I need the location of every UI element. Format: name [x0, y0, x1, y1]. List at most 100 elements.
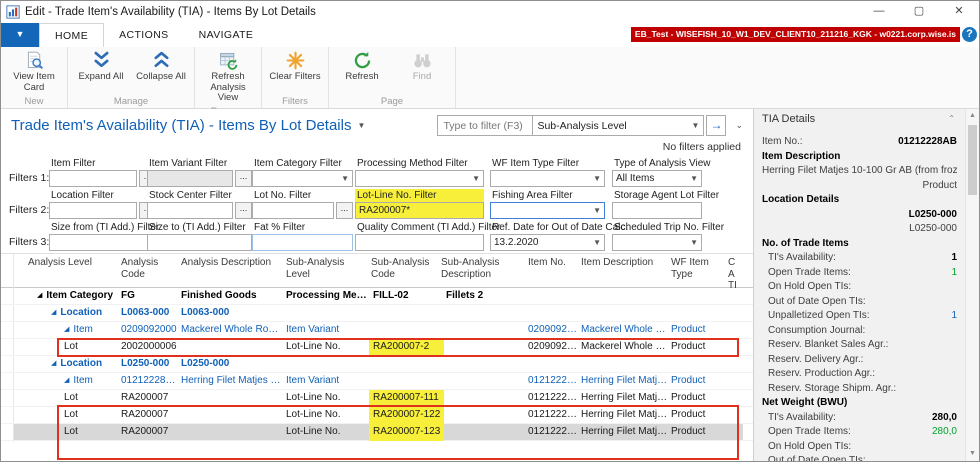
button-refresh-analysis-view[interactable]: Refresh Analysis View — [199, 49, 257, 105]
cell-item-description — [581, 305, 668, 322]
button-refresh[interactable]: Refresh — [333, 49, 391, 84]
expand-triangle-icon: ◢ — [64, 326, 69, 333]
factbox-row-label: Reserv. Storage Shipm. Agr.: — [768, 383, 896, 398]
cell-analysis-code: FG — [121, 288, 177, 305]
column-header-sub-analysis-level[interactable]: Sub-Analysis Level — [286, 257, 366, 280]
chevron-up-icon[interactable]: ⌃ — [948, 114, 955, 123]
input-size-from-ti-add-filter[interactable] — [49, 234, 156, 251]
grid-row-ra200007-111[interactable]: LotRA200007Lot-Line No.RA200007-11101212… — [1, 390, 753, 407]
column-header-analysis-code[interactable]: Analysis Code — [121, 257, 173, 280]
collapse-filter-pane-icon[interactable]: ⌄ — [735, 120, 743, 131]
level-label: Lot — [64, 426, 78, 437]
button-view-item-card[interactable]: View Item Card — [5, 49, 63, 94]
factbox-row-label: Out of Date Open TIs: — [768, 455, 866, 461]
combo-processing-method-filter[interactable]: ▼ — [355, 170, 484, 187]
filter-field-fishing-area-filter: Fishing Area Filter▼ — [490, 189, 605, 219]
combo-type-of-analysis-view[interactable]: All Items▼ — [612, 170, 702, 187]
factbox-row-reserv-delivery-agr: Reserv. Delivery Agr.: — [762, 354, 957, 369]
help-icon[interactable]: ? — [962, 27, 977, 42]
column-header-sub-analysis-description[interactable]: Sub-Analysis Description — [441, 257, 521, 280]
cell-item-description — [581, 356, 668, 373]
column-header-item-description[interactable]: Item Description — [581, 257, 667, 269]
ribbon-group-label: Filters — [266, 95, 324, 107]
grid-row-ra200007-122[interactable]: LotRA200007Lot-Line No.RA200007-12201212… — [1, 407, 753, 424]
input-quality-comment-ti-add-filter[interactable] — [355, 234, 484, 251]
grid-row-ra200007-2[interactable]: Lot2002000006Lot-Line No.RA200007-202090… — [1, 339, 753, 356]
factbox-scrollbar[interactable]: ▲ ▼ — [965, 109, 979, 461]
application-menu-button[interactable]: ▼ — [1, 23, 39, 47]
filter-field-quality-comment-ti-add-filter: Quality Comment (TI Add.) Filter — [355, 221, 484, 251]
input-stock-center-filter[interactable] — [147, 202, 233, 219]
factbox-row-value: 1 — [951, 252, 957, 267]
assist-edit-button[interactable]: ... — [336, 202, 353, 219]
maximize-button[interactable]: ▢ — [899, 1, 939, 23]
column-header-wf-item-type[interactable]: WF Item Type — [671, 257, 725, 280]
combo-fishing-area-filter[interactable]: ▼ — [490, 202, 605, 219]
search-input[interactable] — [438, 116, 532, 135]
tab-navigate[interactable]: NAVIGATE — [184, 23, 269, 47]
scrollbar-thumb[interactable] — [968, 125, 977, 195]
column-header-item-no[interactable]: Item No. — [528, 257, 578, 269]
input-item-variant-filter[interactable] — [147, 170, 233, 187]
button-collapse-all[interactable]: Collapse All — [132, 49, 190, 84]
scroll-up-icon[interactable]: ▲ — [966, 109, 979, 123]
find-icon — [412, 50, 433, 72]
cell-wf-item-type — [671, 288, 725, 305]
input-location-filter[interactable] — [49, 202, 137, 219]
factbox-sections: No. of Trade ItemsTI's Availability:1Ope… — [762, 238, 957, 462]
cell-item-description: Herring Filet Matjes 10-... — [581, 424, 668, 441]
combo-scheduled-trip-no-filter[interactable]: ▼ — [612, 234, 702, 251]
cell-analysis-code: 2002000006 — [121, 339, 177, 356]
grid-row-ra200007-123[interactable]: LotRA200007Lot-Line No.RA200007-12301212… — [1, 424, 753, 441]
cell-analysis-description: Finished Goods — [181, 288, 283, 305]
tab-actions[interactable]: ACTIONS — [104, 23, 183, 47]
input-size-to-ti-add-filter[interactable] — [147, 234, 252, 251]
grid-row-fill-02[interactable]: ◢Item CategoryFGFinished GoodsProcessing… — [1, 288, 753, 305]
close-button[interactable]: ✕ — [939, 1, 979, 23]
filter-field-size-to-ti-add-filter: Size to (TI Add.) Filter — [147, 221, 252, 251]
cell-sub-analysis-code — [369, 356, 444, 373]
column-header-analysis-level[interactable]: Analysis Level — [28, 257, 118, 269]
input-lot-no-filter[interactable] — [252, 202, 334, 219]
scroll-down-icon[interactable]: ▼ — [966, 447, 979, 461]
cell-sub-analysis-level: Lot-Line No. — [286, 339, 368, 356]
column-header-sub-analysis-code[interactable]: Sub-Analysis Code — [371, 257, 437, 280]
input-fat-filter[interactable] — [252, 234, 353, 251]
grid-row-item-2[interactable]: ◢Item0209092000Mackerel Whole Round Fr..… — [1, 322, 753, 339]
cell-item-no — [528, 305, 578, 322]
factbox-row-unpalletized-open-tis: Unpalletized Open TIs:1 — [762, 310, 957, 325]
grid-row-location-4[interactable]: ◢LocationL0250-000L0250-000 — [1, 356, 753, 373]
page-title-caret-icon[interactable]: ▼ — [357, 121, 365, 130]
minimize-button[interactable]: — — [859, 1, 899, 23]
filter-label: Quality Comment (TI Add.) Filter — [357, 222, 500, 233]
grid-row-item-5[interactable]: ◢Item01212228ABHerring Filet Matjes 10-1… — [1, 373, 753, 390]
column-header-c-a-ti[interactable]: C A TI — [728, 257, 743, 292]
input-item-filter[interactable] — [49, 170, 137, 187]
apply-filter-button[interactable]: → — [706, 115, 726, 136]
button-clear-filters[interactable]: Clear Filters — [266, 49, 324, 84]
combo-ref-date-for-out-of-date-calc[interactable]: 13.2.2020▼ — [490, 234, 605, 251]
cell-item-no — [528, 356, 578, 373]
clear-filters-icon — [285, 50, 306, 72]
cell-sub-analysis-level — [286, 305, 368, 322]
combo-wf-item-type-filter[interactable]: ▼ — [490, 170, 605, 187]
tab-home[interactable]: HOME — [39, 23, 104, 47]
column-header-analysis-description[interactable]: Analysis Description — [181, 257, 281, 269]
search-scope-dropdown[interactable]: Sub-Analysis Level▼ — [533, 116, 703, 135]
button-expand-all[interactable]: Expand All — [72, 49, 130, 84]
cell-wf-item-type: Product — [671, 390, 725, 407]
cell-item-no: 0209092000 — [528, 339, 578, 356]
filter-label: Item Filter — [51, 158, 95, 169]
assist-edit-button[interactable]: ... — [235, 202, 252, 219]
filter-label: Ref. Date for Out of Date Calc. — [492, 222, 628, 233]
grid-row-location-1[interactable]: ◢LocationL0063-000L0063-000 — [1, 305, 753, 322]
button-label: Refresh — [334, 72, 390, 83]
input-storage-agent-lot-filter[interactable] — [612, 202, 702, 219]
factbox-row-label: Open Trade Items: — [768, 426, 851, 441]
input-lot-line-no-filter[interactable]: RA200007* — [355, 202, 484, 219]
analysis-grid: Analysis LevelAnalysis Code Analysis Desc… — [1, 253, 753, 461]
factbox-row-label: Consumption Journal: — [768, 325, 865, 340]
filter-field-scheduled-trip-no-filter: Scheduled Trip No. Filter▼ — [612, 221, 702, 251]
combo-item-category-filter[interactable]: ▼ — [252, 170, 353, 187]
assist-edit-button[interactable]: ... — [235, 170, 252, 187]
